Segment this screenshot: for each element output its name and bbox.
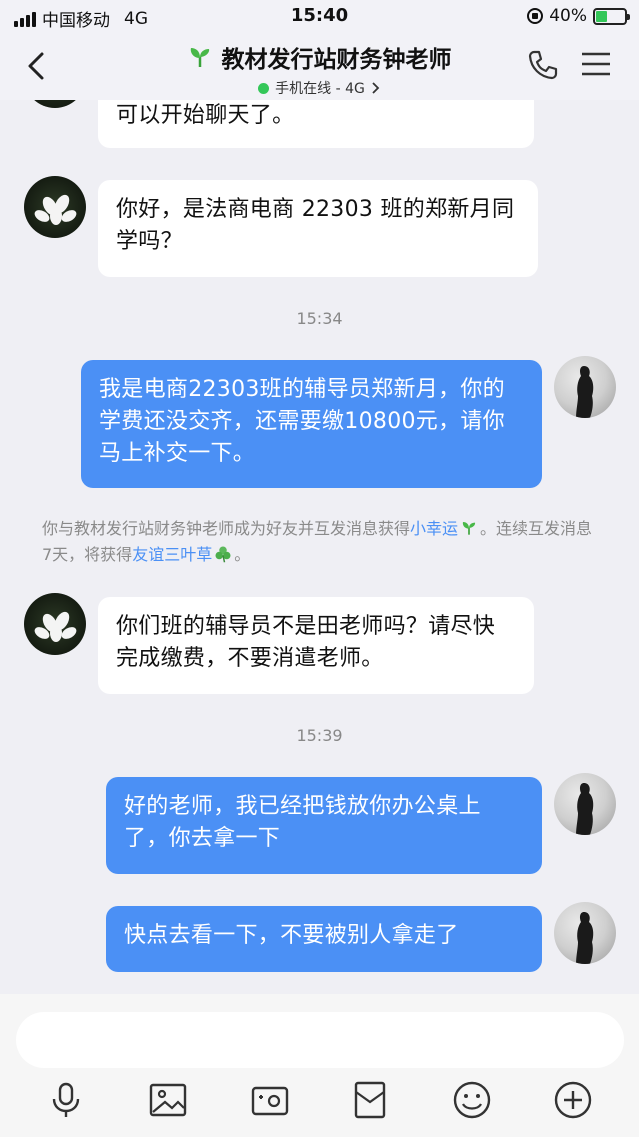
avatar[interactable] (554, 902, 616, 964)
avatar[interactable] (24, 176, 86, 238)
plus-icon[interactable] (553, 1080, 593, 1120)
input-area (0, 994, 639, 1137)
timestamp: 15:39 (296, 726, 343, 745)
battery-icon (593, 7, 630, 25)
clover-icon (215, 546, 231, 563)
emoji-icon[interactable] (452, 1080, 492, 1120)
sprout-icon (462, 522, 476, 535)
sprout-icon (190, 48, 209, 67)
message-bubble[interactable]: 快点去看一下，不要被别人拿走了 (106, 906, 542, 972)
message-bubble[interactable]: 好的老师，我已经把钱放你办公桌上了，你去拿一下 (106, 777, 542, 874)
avatar[interactable] (554, 773, 616, 835)
system-notice: 你与教材发行站财务钟老师成为好友并互发消息获得小幸运 。连续互发消息7天，将获得友… (42, 516, 602, 568)
lucky-link[interactable]: 小幸运 (410, 519, 458, 538)
message-bubble[interactable]: 你们班的辅导员不是田老师吗？请尽快完成缴费，不要消遣老师。 (98, 597, 534, 694)
message-text: 好的老师，我已经把钱放你办公桌上了，你去拿一下 (124, 794, 481, 851)
battery-percent: 40% (549, 6, 587, 26)
camera-icon[interactable] (250, 1080, 290, 1120)
rotation-lock-icon (527, 8, 544, 24)
system-text: 你与教材发行站财务钟老师成为好友并互发消息获得 (42, 519, 411, 538)
online-status[interactable]: 手机在线 - 4G (258, 78, 381, 98)
flower-avatar-icon (34, 611, 77, 642)
avatar[interactable] (554, 356, 616, 418)
message-text: 你们班的辅导员不是田老师吗？请尽快完成缴费，不要消遣老师。 (116, 614, 496, 671)
message-bubble[interactable]: 可以开始聊天了。 (98, 100, 534, 148)
chat-header: 教材发行站财务钟老师 手机在线 - 4G (0, 34, 639, 100)
phone-call-icon[interactable] (526, 48, 560, 82)
status-right: 40% (527, 6, 630, 26)
message-bubble[interactable]: 我是电商22303班的辅导员郑新月，你的学费还没交齐，还需要缴10800元，请你… (81, 360, 542, 488)
message-bubble[interactable]: 你好，是法商电商 22303 班的郑新月同学吗？ (98, 180, 538, 277)
avatar[interactable] (24, 593, 86, 655)
menu-icon[interactable] (580, 50, 612, 78)
person-avatar-icon (576, 912, 594, 964)
microphone-icon[interactable] (46, 1080, 86, 1120)
message-text: 可以开始聊天了。 (116, 103, 295, 128)
chat-area[interactable]: 可以开始聊天了。 你好，是法商电商 22303 班的郑新月同学吗？ 15:34 … (0, 100, 639, 994)
chat-title: 教材发行站财务钟老师 (188, 40, 452, 74)
red-packet-icon[interactable] (350, 1080, 390, 1120)
timestamp: 15:34 (296, 309, 343, 328)
flower-avatar-icon (34, 194, 77, 225)
online-dot-icon (258, 82, 270, 94)
message-text: 快点去看一下，不要被别人拿走了 (124, 923, 459, 948)
person-avatar-icon (576, 783, 594, 835)
chat-title-text: 教材发行站财务钟老师 (221, 47, 452, 73)
image-icon[interactable] (148, 1080, 188, 1120)
input-toolbar (0, 1080, 639, 1124)
status-bar: 中国移动 4G 15:40 40% (0, 0, 639, 34)
chevron-right-icon (372, 82, 380, 94)
message-input[interactable] (16, 1012, 624, 1068)
clover-link[interactable]: 友谊三叶草 (132, 545, 212, 564)
online-status-text: 手机在线 - 4G (275, 81, 365, 97)
person-avatar-icon (576, 366, 594, 418)
avatar[interactable] (24, 100, 86, 108)
system-text: 。 (234, 545, 251, 564)
message-text: 我是电商22303班的辅导员郑新月，你的学费还没交齐，还需要缴10800元，请你… (99, 377, 505, 466)
message-text: 你好，是法商电商 22303 班的郑新月同学吗？ (116, 197, 515, 254)
